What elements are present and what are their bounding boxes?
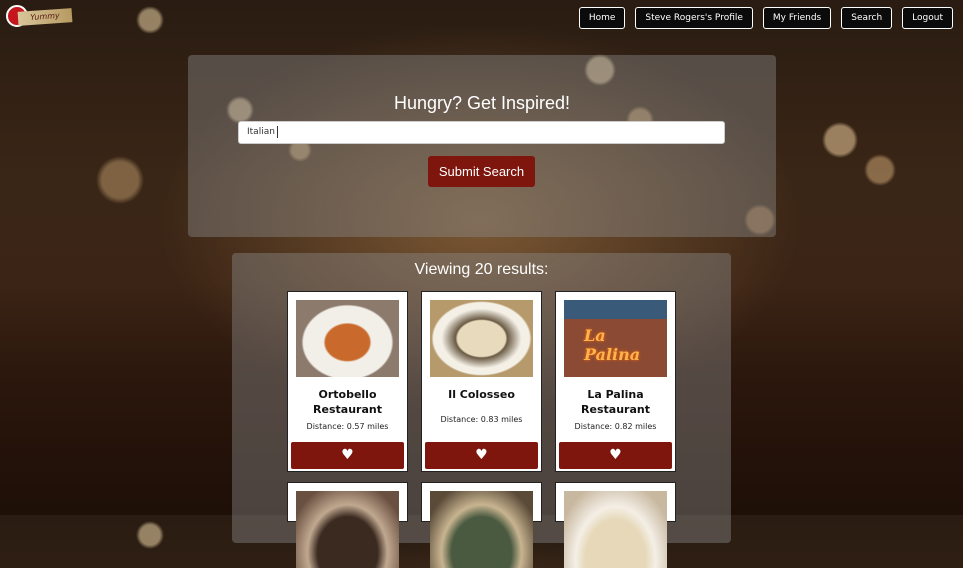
nav-profile-button[interactable]: Steve Rogers's Profile (635, 7, 753, 29)
heart-icon: ♥ (609, 447, 622, 463)
search-heading: Hungry? Get Inspired! (393, 93, 571, 113)
restaurant-photo[interactable] (296, 491, 399, 568)
restaurant-photo[interactable] (564, 491, 667, 568)
text-caret (276, 125, 278, 138)
restaurant-card[interactable]: Il Colosseo Distance: 0.83 miles ♥ (421, 291, 542, 472)
restaurant-card[interactable] (287, 482, 408, 568)
restaurant-card[interactable]: La Palina La Palina Restaurant Distance:… (555, 291, 676, 472)
results-panel: Viewing 20 results: Ortobello Restaurant… (232, 253, 731, 568)
logo-banner: Yummy (17, 8, 73, 26)
restaurant-photo[interactable] (430, 491, 533, 568)
restaurant-card[interactable]: Ortobello Restaurant Distance: 0.57 mile… (287, 291, 408, 472)
heart-icon: ♥ (341, 447, 354, 463)
favorite-button[interactable]: ♥ (425, 442, 538, 469)
restaurant-photo[interactable] (430, 300, 533, 377)
photo-sign-text: La Palina (584, 326, 641, 364)
search-panel: Hungry? Get Inspired! Italian Submit Sea… (188, 55, 776, 237)
search-input-value: Italian (247, 127, 275, 137)
restaurant-card[interactable] (421, 482, 542, 568)
restaurant-name[interactable]: La Palina Restaurant (560, 387, 671, 417)
submit-search-button[interactable]: Submit Search (428, 156, 535, 187)
site-logo[interactable]: Yummy (6, 5, 73, 29)
favorite-button[interactable]: ♥ (291, 442, 404, 469)
restaurant-distance: Distance: 0.83 miles (440, 415, 523, 424)
nav-home-button[interactable]: Home (578, 7, 626, 29)
heart-icon: ♥ (475, 447, 488, 463)
restaurant-photo[interactable] (296, 300, 399, 377)
nav-friends-button[interactable]: My Friends (762, 7, 832, 29)
restaurant-card[interactable] (555, 482, 676, 568)
favorite-button[interactable]: ♥ (559, 442, 672, 469)
top-nav: Home Steve Rogers's Profile My Friends S… (578, 7, 953, 29)
search-input[interactable]: Italian (238, 121, 725, 144)
nav-search-button[interactable]: Search (841, 7, 893, 29)
nav-logout-button[interactable]: Logout (902, 7, 953, 29)
restaurant-name[interactable]: Il Colosseo (426, 387, 537, 402)
restaurant-distance: Distance: 0.57 miles (306, 422, 389, 431)
results-heading: Viewing 20 results: (414, 261, 549, 278)
restaurant-distance: Distance: 0.82 miles (574, 422, 657, 431)
restaurant-name[interactable]: Ortobello Restaurant (292, 387, 403, 417)
restaurant-photo[interactable]: La Palina (564, 300, 667, 377)
